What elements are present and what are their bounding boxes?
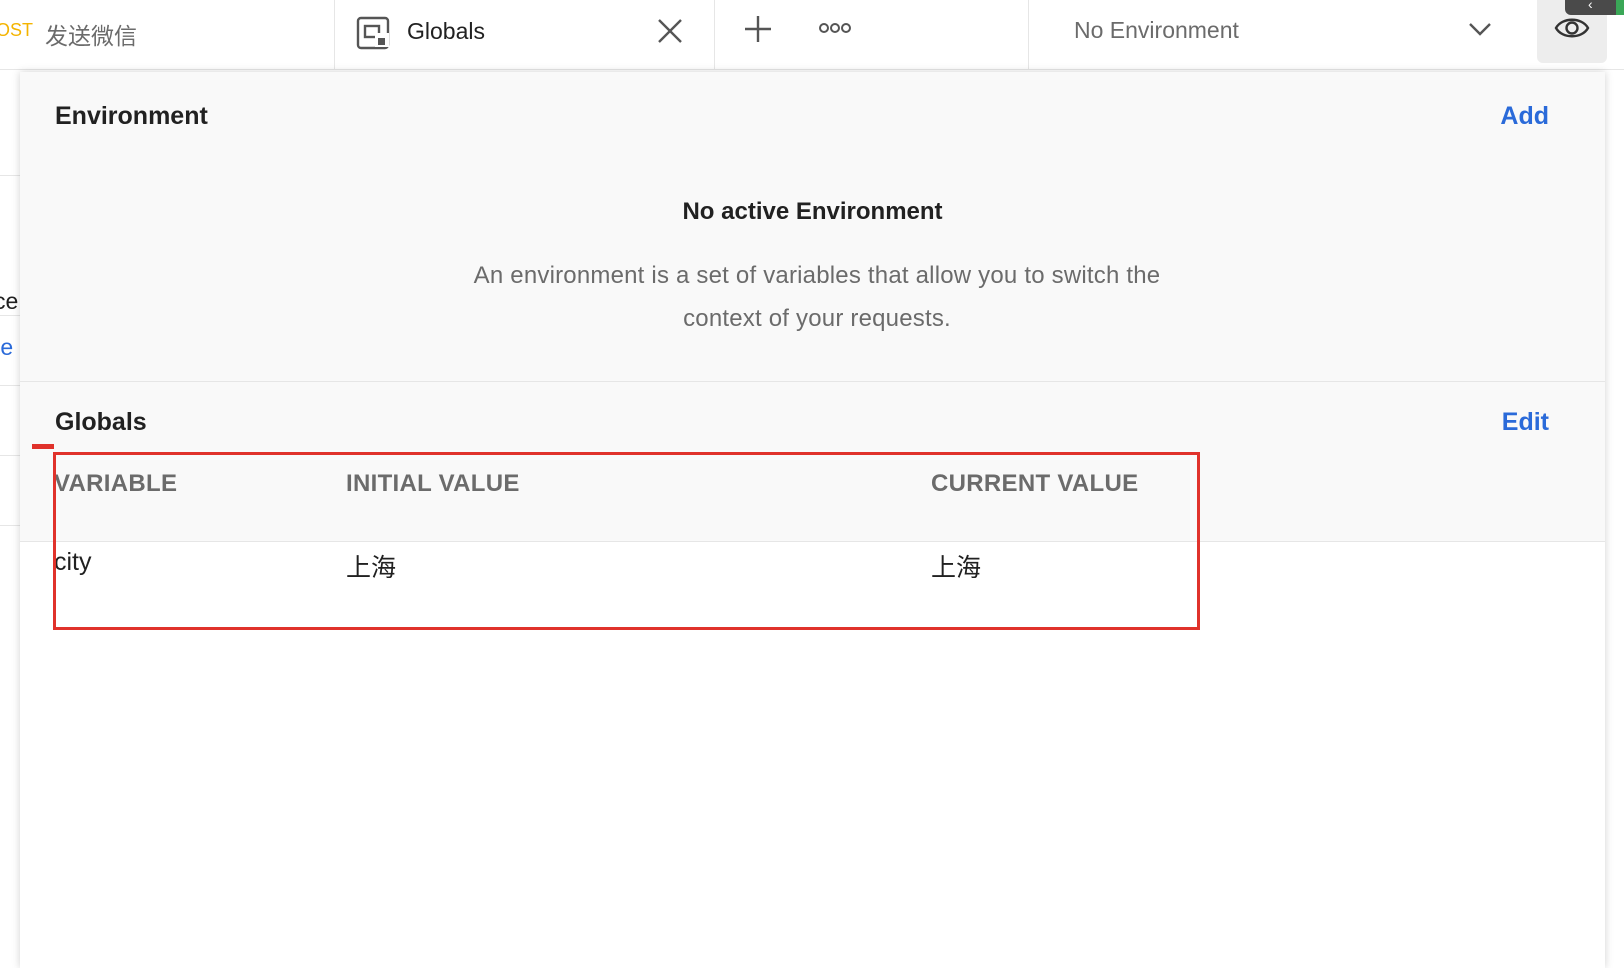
initial-value-cell: 上海 (346, 554, 397, 582)
environment-selector[interactable]: No Environment (1028, 0, 1538, 70)
empty-state-title: No active Environment (682, 198, 943, 225)
tab-globals[interactable]: Globals (335, 0, 715, 70)
divider (0, 385, 20, 386)
status-indicator (1616, 0, 1624, 15)
column-header-variable: VARIABLE (54, 470, 178, 497)
current-value-cell: 上海 (931, 554, 982, 582)
empty-state-description-line: context of your requests. (683, 305, 951, 332)
chevron-down-icon (1467, 18, 1493, 45)
globals-icon (355, 15, 391, 56)
column-header-initial-value: INITIAL VALUE (346, 470, 520, 497)
edit-globals-button[interactable]: Edit (1502, 408, 1549, 437)
tab-bar: OST 发送微信 Globals No Environment ‹ (0, 0, 1624, 70)
plus-icon[interactable] (743, 14, 773, 49)
background-link-fragment: .e (0, 334, 14, 360)
background-text-fragment: ce (0, 288, 19, 314)
environment-quick-look-panel: Environment Add No active Environment An… (20, 72, 1605, 968)
globals-section-header: Globals Edit (20, 382, 1605, 542)
variable-name-cell: city (54, 548, 92, 576)
chevron-left-icon: ‹ (1588, 0, 1593, 12)
request-method-badge: OST (0, 20, 34, 40)
divider (0, 315, 20, 316)
divider (0, 455, 20, 456)
more-icon[interactable] (818, 16, 852, 45)
tab-request[interactable]: OST 发送微信 (0, 0, 335, 70)
divider (0, 525, 20, 526)
environment-section-title: Environment (55, 102, 208, 130)
divider (0, 175, 20, 176)
request-tab-label: 发送微信 (45, 23, 137, 49)
column-header-current-value: CURRENT VALUE (931, 470, 1139, 497)
environment-selector-value: No Environment (1074, 17, 1239, 43)
empty-state-description-line: An environment is a set of variables tha… (473, 262, 1161, 289)
add-environment-button[interactable]: Add (1500, 102, 1549, 131)
background-sidebar-strip: ce .e (0, 70, 20, 968)
close-icon[interactable] (655, 16, 685, 51)
eye-icon (1554, 13, 1590, 48)
annotation-tick (32, 444, 54, 449)
globals-tab-label: Globals (407, 18, 485, 44)
environment-section: Environment Add No active Environment An… (20, 72, 1605, 382)
globals-section-title: Globals (55, 408, 147, 436)
empty-state-description: An environment is a set of variables tha… (412, 254, 1222, 340)
